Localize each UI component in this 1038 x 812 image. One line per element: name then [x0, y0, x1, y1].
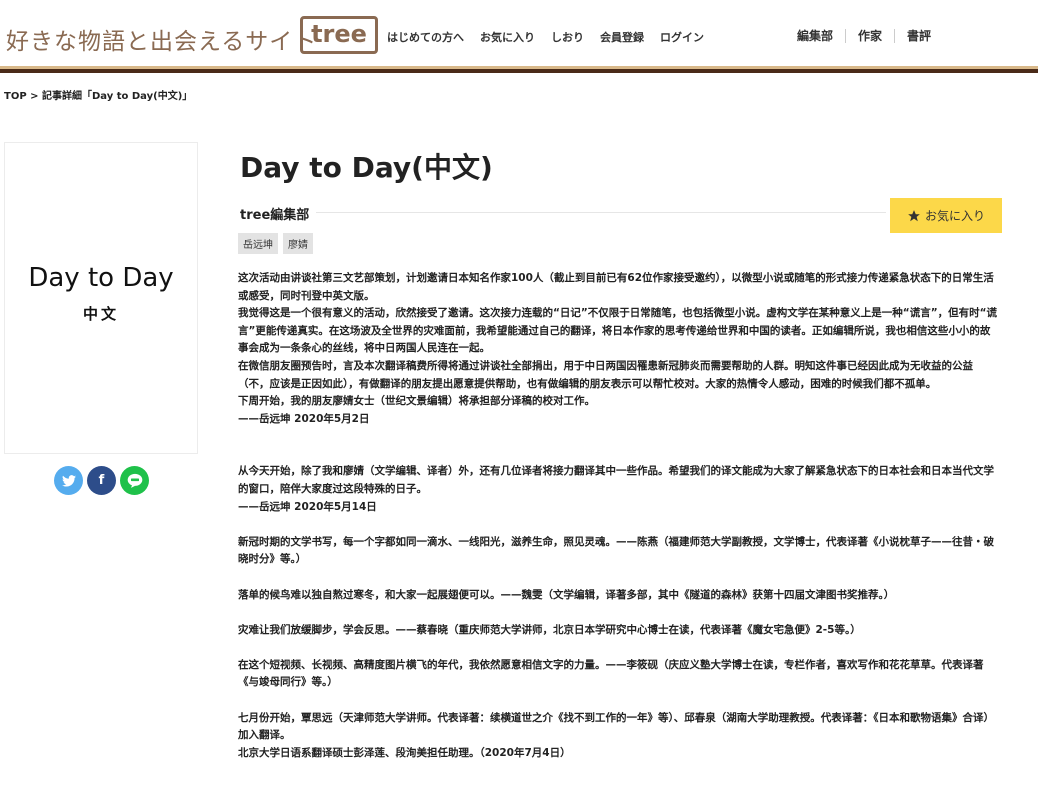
twitter-icon[interactable] [54, 466, 83, 495]
nav-login[interactable]: ログイン [660, 29, 704, 45]
nav-editorial[interactable]: 編集部 [797, 27, 833, 44]
breadcrumb-current: 記事詳細「Day to Day(中文)」 [42, 91, 193, 102]
tag-list: 岳远坤 廖婧 [238, 233, 313, 254]
nav-reviews[interactable]: 書評 [907, 27, 931, 44]
breadcrumb-home[interactable]: TOP [4, 91, 27, 102]
article-paragraph: 在微信朋友圈预告时，言及本次翻译稿费所得将通过讲谈社全部捐出，用于中日两国因罹患… [238, 359, 973, 390]
article-title: Day to Day(中文) [240, 151, 493, 184]
cover-title: Day to Day [28, 263, 174, 293]
article-signature: ——岳远坤 2020年5月2日 [238, 412, 370, 425]
secondary-nav: 編集部 作家 書評 [797, 27, 931, 44]
article-signature: ——岳远坤 2020年5月14日 [238, 500, 377, 513]
share-buttons: f [54, 466, 149, 495]
tag-item[interactable]: 岳远坤 [238, 233, 278, 254]
site-logo[interactable]: tree [300, 16, 378, 54]
article-paragraph: 落单的候鸟难以独自熬过寒冬，和大家一起展翅便可以。——魏雯（文学编辑，译著多部，… [238, 588, 895, 601]
line-icon[interactable] [120, 466, 149, 495]
main-nav: はじめての方へ お気に入り しおり 会員登録 ログイン [387, 29, 720, 45]
star-icon [908, 209, 920, 221]
add-favorite-button[interactable]: お気に入り [890, 198, 1002, 233]
site-header: 好きな物語と出会えるサイト tree はじめての方へ お気に入り しおり 会員登… [0, 0, 1038, 66]
favorite-label: お気に入り [924, 209, 985, 223]
article-paragraph: 新冠时期的文学书写，每一个字都如同一滴水、一线阳光，滋养生命，照见灵魂。——陈燕… [238, 535, 994, 566]
article-paragraph: 这次活动由讲谈社第三文艺部策划，计划邀请日本知名作家100人（截止到目前已有62… [238, 272, 994, 302]
breadcrumb-separator: > [26, 91, 42, 102]
nav-favorites[interactable]: お気に入り [480, 29, 535, 45]
breadcrumb: TOP > 記事詳細「Day to Day(中文)」 [4, 87, 192, 102]
nav-authors[interactable]: 作家 [858, 27, 882, 44]
facebook-icon[interactable]: f [87, 466, 116, 495]
article-paragraph: 北京大学日语系翻译硕士彭泽莲、段洵美担任助理。（2020年7月4日） [238, 746, 571, 759]
article-paragraph: 灾难让我们放缓脚步，学会反思。——蔡春晓（重庆师范大学讲师，北京日本学研究中心博… [238, 623, 861, 636]
header-stripe-dark [0, 69, 1038, 73]
article-paragraph: 七月份开始，覃思远（天津师范大学讲师。代表译著：续横道世之介《找不到工作的一年》… [238, 711, 994, 742]
tag-item[interactable]: 廖婧 [283, 233, 313, 254]
nav-beginners[interactable]: はじめての方へ [387, 29, 464, 45]
article-author[interactable]: tree編集部 [240, 204, 309, 223]
article-body: 这次活动由讲谈社第三文艺部策划，计划邀请日本知名作家100人（截止到目前已有62… [238, 270, 998, 762]
nav-bookmarks[interactable]: しおり [551, 29, 584, 45]
author-divider [316, 212, 886, 213]
article-paragraph: 我觉得这是一个很有意义的活动，欣然接受了邀请。这次接力连载的“日记”不仅限于日常… [238, 307, 998, 355]
article-paragraph: 下周开始，我的朋友廖婧女士（世纪文景编辑）将承担部分译稿的校对工作。 [238, 395, 595, 408]
site-tagline[interactable]: 好きな物語と出会えるサイト [6, 22, 317, 56]
nav-divider [845, 28, 847, 43]
article-paragraph: 从今天开始，除了我和廖婧（文学编辑、译者）外，还有几位译者将接力翻译其中一些作品… [238, 465, 994, 495]
book-cover: Day to Day 中文 [4, 142, 198, 454]
nav-divider [894, 28, 896, 43]
cover-subtitle: 中文 [82, 305, 119, 323]
article-paragraph: 在这个短视频、长视频、高精度图片横飞的年代，我依然愿意相信文字的力量。——李筱砚… [238, 658, 984, 689]
nav-register[interactable]: 会員登録 [600, 29, 644, 45]
